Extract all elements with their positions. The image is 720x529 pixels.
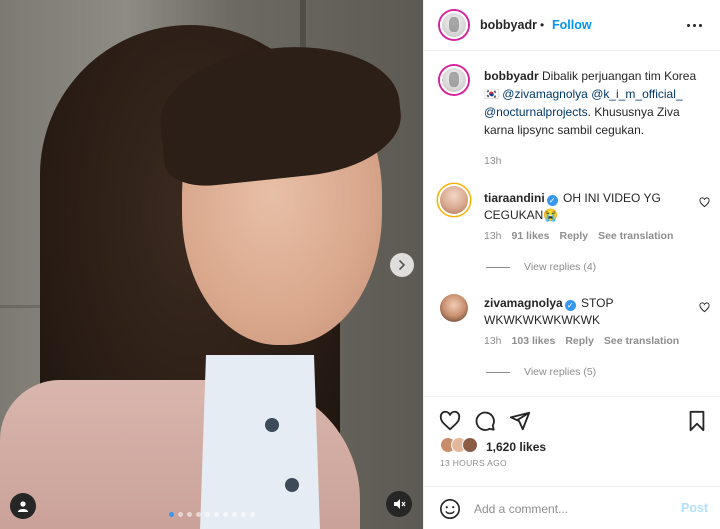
view-replies-button[interactable]: View replies (5) bbox=[486, 366, 596, 378]
comment-meta: 13h 91 likes Reply See translation bbox=[484, 230, 673, 242]
comment-likes[interactable]: 103 likes bbox=[512, 335, 556, 347]
mention-link[interactable]: @zivamagnolya bbox=[502, 87, 588, 101]
carousel-next-button[interactable] bbox=[390, 253, 414, 277]
view-replies-label: View replies (5) bbox=[524, 366, 597, 378]
post-timestamp[interactable]: 13 HOURS AGO bbox=[440, 458, 507, 468]
likers-avatars[interactable] bbox=[440, 437, 478, 453]
carousel-dot bbox=[213, 512, 219, 517]
caption-period: . bbox=[587, 105, 591, 119]
comment-time[interactable]: 13h bbox=[484, 230, 502, 242]
likes-count[interactable]: 1,620 likes bbox=[486, 440, 546, 454]
photo-shirt-button bbox=[265, 418, 279, 432]
mute-icon bbox=[394, 499, 406, 509]
header-separator: • bbox=[540, 18, 545, 32]
tag-user-icon bbox=[18, 501, 28, 512]
post-media[interactable] bbox=[0, 0, 423, 529]
see-translation-button[interactable]: See translation bbox=[604, 335, 679, 347]
liker-avatar bbox=[462, 437, 478, 453]
comment-body: zivamagnolya ✓ STOP WKWKWKWKWKWK bbox=[484, 295, 694, 329]
photo-shirt-collar bbox=[200, 355, 320, 529]
carousel-dot bbox=[204, 512, 210, 517]
post-header: bobbyadr • Follow bbox=[424, 0, 720, 51]
carousel-dot bbox=[222, 512, 228, 517]
comment-username[interactable]: tiaraandini bbox=[484, 191, 545, 205]
carousel-dot bbox=[249, 512, 255, 517]
comment-username[interactable]: zivamagnolya bbox=[484, 296, 563, 310]
post-caption: bobbyadr Dibalik perjuangan tim Korea 🇰🇷… bbox=[484, 67, 706, 139]
emoji-icon[interactable] bbox=[439, 498, 461, 520]
like-comment-icon[interactable] bbox=[699, 302, 710, 313]
follow-button[interactable]: Follow bbox=[552, 18, 592, 32]
photo-shirt-button bbox=[285, 478, 299, 492]
carousel-dot bbox=[195, 512, 201, 517]
likes-suffix: likes bbox=[519, 440, 547, 454]
comment-text: STOP bbox=[581, 296, 614, 310]
commenter-avatar[interactable] bbox=[440, 294, 468, 322]
author-avatar[interactable] bbox=[440, 11, 468, 39]
more-icon-dot bbox=[699, 24, 702, 27]
view-replies-button[interactable]: View replies (4) bbox=[486, 261, 596, 273]
mention-link[interactable]: @nocturnalprojects bbox=[484, 105, 588, 119]
verified-icon: ✓ bbox=[546, 195, 558, 206]
comment-time[interactable]: 13h bbox=[484, 335, 502, 347]
comment-body: tiaraandini ✓ OH INI VIDEO YG CEGUKAN😭 bbox=[484, 190, 694, 224]
post-comment-button[interactable]: Post bbox=[681, 501, 708, 515]
reply-button[interactable]: Reply bbox=[559, 230, 588, 242]
reply-button[interactable]: Reply bbox=[565, 335, 594, 347]
comment-meta: 13h 103 likes Reply See translation bbox=[484, 335, 679, 347]
chevron-right-icon bbox=[399, 260, 406, 270]
post-panel: bobbyadr • Follow bobbyadr Dibalik perju… bbox=[423, 0, 720, 529]
more-icon-dot bbox=[693, 24, 696, 27]
carousel-dot bbox=[186, 512, 192, 517]
verified-icon: ✓ bbox=[564, 300, 576, 311]
like-comment-icon[interactable] bbox=[699, 197, 710, 208]
view-replies-label: View replies (4) bbox=[524, 261, 597, 273]
more-icon bbox=[687, 24, 690, 27]
more-options-button[interactable] bbox=[687, 24, 702, 27]
replies-divider bbox=[486, 371, 510, 373]
comment-text: CEGUKAN😭 bbox=[484, 208, 559, 222]
carousel-dot bbox=[168, 512, 174, 517]
comment-likes[interactable]: 91 likes bbox=[512, 230, 550, 242]
caption-timestamp[interactable]: 13h bbox=[484, 155, 502, 167]
caption-username[interactable]: bobbyadr bbox=[484, 69, 539, 83]
caption-text-1: Dibalik perjuangan tim bbox=[542, 69, 661, 83]
comment-text: WKWKWKWKWKWK bbox=[484, 313, 600, 327]
bookmark-icon[interactable] bbox=[686, 410, 708, 432]
comment-text: OH INI VIDEO YG bbox=[563, 191, 661, 205]
carousel-indicator bbox=[0, 512, 423, 517]
carousel-dot bbox=[240, 512, 246, 517]
comment-input[interactable] bbox=[474, 499, 664, 519]
see-translation-button[interactable]: See translation bbox=[598, 230, 673, 242]
replies-divider bbox=[486, 266, 510, 268]
heart-icon[interactable] bbox=[439, 410, 461, 432]
comment-icon[interactable] bbox=[474, 410, 496, 432]
caption-text-4: cegukan. bbox=[595, 123, 645, 137]
likes-number: 1,620 bbox=[486, 440, 517, 454]
caption-avatar[interactable] bbox=[440, 66, 468, 94]
comment-bar: Post bbox=[424, 486, 720, 529]
commenter-avatar[interactable] bbox=[440, 186, 468, 214]
mention-link[interactable]: @k_i_m_official_ bbox=[591, 87, 682, 101]
share-icon[interactable] bbox=[509, 410, 531, 432]
author-username[interactable]: bobbyadr bbox=[480, 18, 537, 32]
carousel-dot bbox=[177, 512, 183, 517]
carousel-dot bbox=[231, 512, 237, 517]
